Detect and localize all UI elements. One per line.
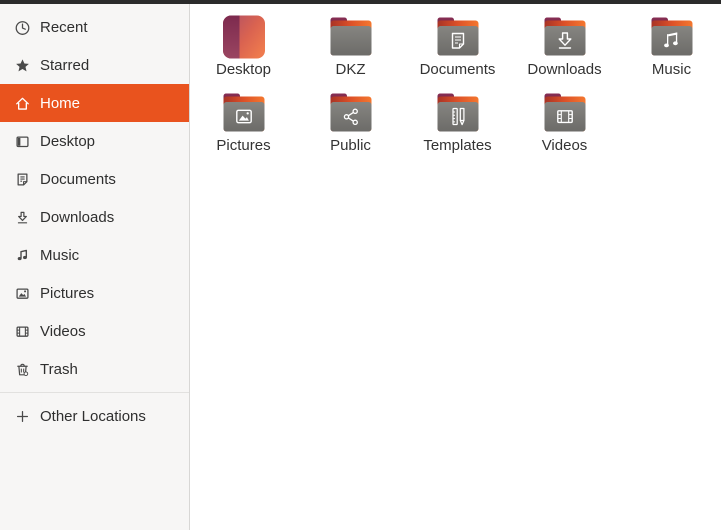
sidebar-item-label: Recent [40, 18, 88, 36]
folder-templates[interactable]: Templates [404, 89, 511, 165]
file-view: Desktop DKZ Documents Downloads Music Pi… [190, 4, 721, 530]
pictures-icon [16, 288, 29, 299]
sidebar-item-pictures[interactable]: Pictures [0, 274, 189, 312]
documents-icon [17, 172, 28, 186]
desktop-icon [16, 136, 29, 147]
pictures-folder-icon [223, 93, 264, 132]
sidebar-item-label: Other Locations [40, 407, 146, 425]
desktop-gradient-folder-icon [222, 15, 265, 59]
sidebar-item-label: Desktop [40, 132, 96, 150]
folder-label: Desktop [215, 61, 272, 78]
folder-label: DKZ [335, 61, 366, 78]
folder-documents[interactable]: Documents [404, 13, 511, 89]
sidebar-item-home[interactable]: Home [0, 84, 189, 122]
folder-label: Pictures [216, 137, 271, 154]
videos-film-icon [16, 326, 29, 337]
sidebar-item-desktop[interactable]: Desktop [0, 122, 189, 160]
sidebar-item-label: Documents [40, 170, 116, 188]
folder-label: Music [651, 61, 692, 78]
sidebar-item-trash[interactable]: Trash [0, 350, 189, 388]
sidebar-item-videos[interactable]: Videos [0, 312, 189, 350]
recent-clock-icon [15, 20, 30, 35]
sidebar-item-label: Starred [40, 56, 90, 74]
sidebar-item-recent[interactable]: Recent [0, 8, 189, 46]
downloads-folder-icon [544, 17, 585, 56]
videos-folder-icon [544, 93, 585, 132]
plus-icon [16, 410, 29, 422]
sidebar-item-downloads[interactable]: Downloads [0, 198, 189, 236]
places-sidebar: Recent Starred Home Desktop Documents Do… [0, 4, 190, 530]
downloads-icon [17, 211, 28, 223]
sidebar-item-label: Downloads [40, 208, 115, 226]
folder-label: Downloads [527, 61, 602, 78]
folder-public[interactable]: Public [297, 89, 404, 165]
folder-label: Public [330, 137, 371, 154]
folder-label: Documents [419, 61, 496, 78]
documents-folder-icon [437, 17, 478, 56]
icon-grid: Desktop DKZ Documents Downloads Music Pi… [190, 13, 721, 165]
sidebar-item-documents[interactable]: Documents [0, 160, 189, 198]
sidebar-item-label: Videos [40, 322, 86, 340]
sidebar-item-music[interactable]: Music [0, 236, 189, 274]
folder-dkz[interactable]: DKZ [297, 13, 404, 89]
trash-icon [17, 363, 29, 376]
plain-folder-icon [330, 17, 371, 56]
folder-videos[interactable]: Videos [511, 89, 618, 165]
sidebar-item-label: Pictures [40, 284, 95, 302]
folder-desktop[interactable]: Desktop [190, 13, 297, 89]
sidebar-separator [0, 392, 189, 393]
sidebar-item-label: Home [40, 94, 81, 112]
star-icon [16, 58, 29, 71]
folder-label: Templates [423, 137, 492, 154]
files-window: Recent Starred Home Desktop Documents Do… [0, 4, 721, 530]
folder-label: Videos [541, 137, 588, 154]
sidebar-item-label: Music [40, 246, 80, 264]
music-folder-icon [651, 17, 692, 56]
folder-downloads[interactable]: Downloads [511, 13, 618, 89]
sidebar-item-label: Trash [40, 360, 78, 378]
music-note-icon [17, 249, 28, 260]
sidebar-item-starred[interactable]: Starred [0, 46, 189, 84]
home-icon [16, 97, 29, 110]
templates-folder-icon [437, 93, 478, 132]
public-share-folder-icon [330, 93, 371, 132]
folder-pictures[interactable]: Pictures [190, 89, 297, 165]
folder-music[interactable]: Music [618, 13, 721, 89]
sidebar-item-other-locations[interactable]: Other Locations [0, 397, 189, 435]
